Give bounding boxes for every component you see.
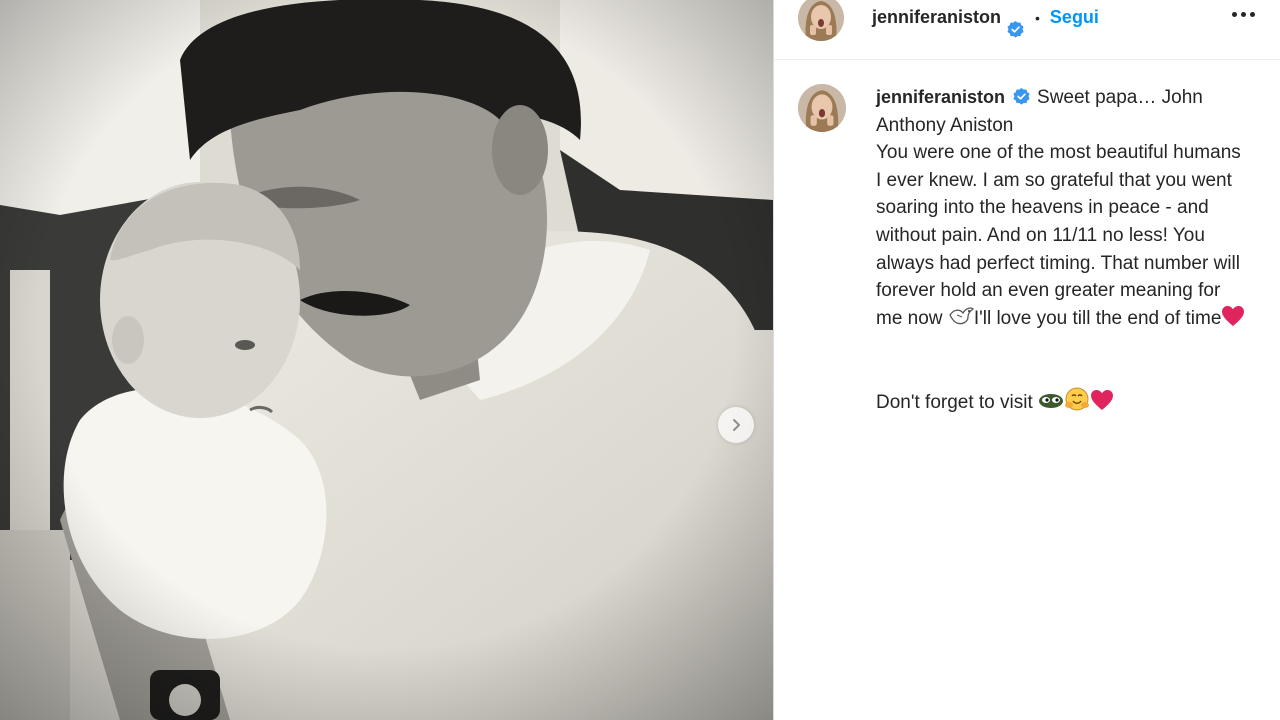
- author-avatar[interactable]: [798, 0, 844, 41]
- red-heart-emoji: [1091, 389, 1114, 410]
- photo-image: [0, 0, 773, 720]
- more-options-button[interactable]: [1228, 2, 1258, 26]
- dove-emoji: [949, 307, 974, 325]
- caption-love: I'll love you till the end of time: [973, 307, 1222, 329]
- avatar-image: [798, 0, 844, 41]
- header-separator: •: [1035, 9, 1040, 26]
- more-dot: [1240, 11, 1246, 17]
- author-username[interactable]: jenniferaniston: [872, 7, 1001, 28]
- follow-button[interactable]: Segui: [1050, 7, 1099, 28]
- caption-body: Sweet papa… John Anthony Aniston You wer…: [876, 87, 1241, 329]
- caption-avatar[interactable]: [798, 84, 846, 132]
- red-heart-emoji: [1222, 305, 1245, 326]
- caption-comment: jenniferaniston Sweet papa… John Anthony …: [798, 84, 1260, 472]
- caption-text: jenniferaniston Sweet papa… John Anthony …: [876, 84, 1246, 472]
- visit-line: Don't forget to visit: [876, 387, 1246, 417]
- caption-username[interactable]: jenniferaniston: [876, 87, 1005, 107]
- post-side-panel: jenniferaniston • Segui jenniferaniston S…: [773, 0, 1280, 720]
- more-dot: [1249, 11, 1255, 17]
- post-header: jenniferaniston • Segui: [774, 0, 1280, 60]
- post-photo: [0, 0, 773, 720]
- visit-text: Don't forget to visit: [876, 391, 1039, 413]
- more-options-icon: [1231, 11, 1237, 17]
- eyes-emoji: [1039, 393, 1064, 408]
- verified-badge-icon: [1013, 87, 1030, 105]
- hugging-face-emoji: [1065, 387, 1090, 411]
- verified-badge-icon: [1007, 20, 1024, 38]
- avatar-image: [798, 84, 846, 132]
- chevron-right-icon: [733, 419, 740, 431]
- next-photo-button[interactable]: [718, 407, 754, 443]
